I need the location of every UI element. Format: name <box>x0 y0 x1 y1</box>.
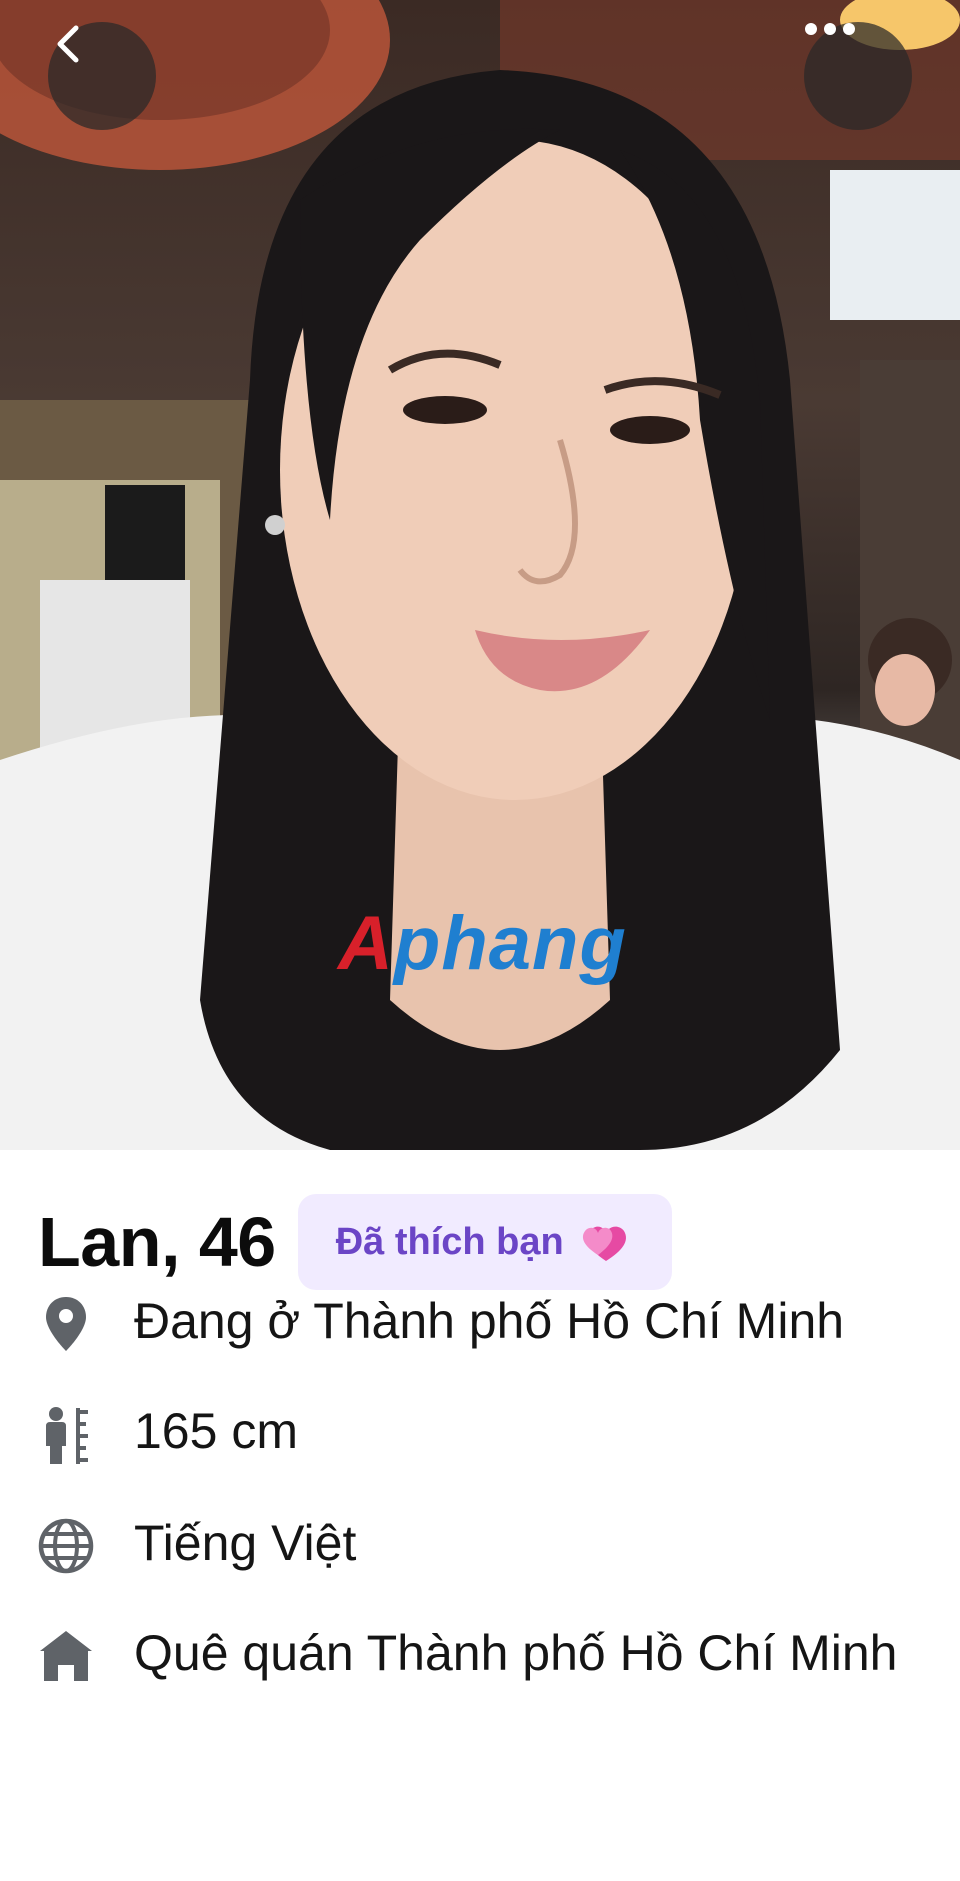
detail-text-language: Tiếng Việt <box>134 1515 357 1571</box>
watermark-part2: phang <box>393 901 627 986</box>
watermark-part1: A <box>338 901 394 986</box>
name-age: Lan, 46 <box>38 1203 276 1281</box>
more-horizontal-icon <box>805 23 855 35</box>
name-row: Lan, 46 Đã thích bạn <box>38 1194 672 1290</box>
globe-icon <box>36 1516 96 1576</box>
back-button[interactable] <box>48 22 156 130</box>
chevron-left-icon <box>57 25 79 63</box>
liked-you-badge: Đã thích bạn <box>297 1194 672 1290</box>
height-icon <box>36 1406 96 1466</box>
detail-text-hometown: Quê quán Thành phố Hồ Chí Minh <box>134 1625 898 1681</box>
location-pin-icon <box>36 1294 96 1354</box>
profile-photo[interactable]: Aphang <box>0 0 960 1150</box>
detail-row-height: 165 cm <box>0 1398 960 1478</box>
detail-text-height: 165 cm <box>134 1403 298 1459</box>
detail-row-hometown: Quê quán Thành phố Hồ Chí Minh <box>0 1620 960 1760</box>
more-options-button[interactable] <box>804 22 912 130</box>
watermark-logo: Aphang <box>338 900 627 987</box>
detail-row-location: Đang ở Thành phố Hồ Chí Minh <box>0 1288 960 1368</box>
detail-text-location: Đang ở Thành phố Hồ Chí Minh <box>134 1293 845 1349</box>
liked-badge-label: Đã thích bạn <box>335 1220 564 1263</box>
detail-row-language: Tiếng Việt <box>0 1510 960 1590</box>
home-icon <box>36 1626 96 1686</box>
heart-icon <box>580 1219 630 1265</box>
